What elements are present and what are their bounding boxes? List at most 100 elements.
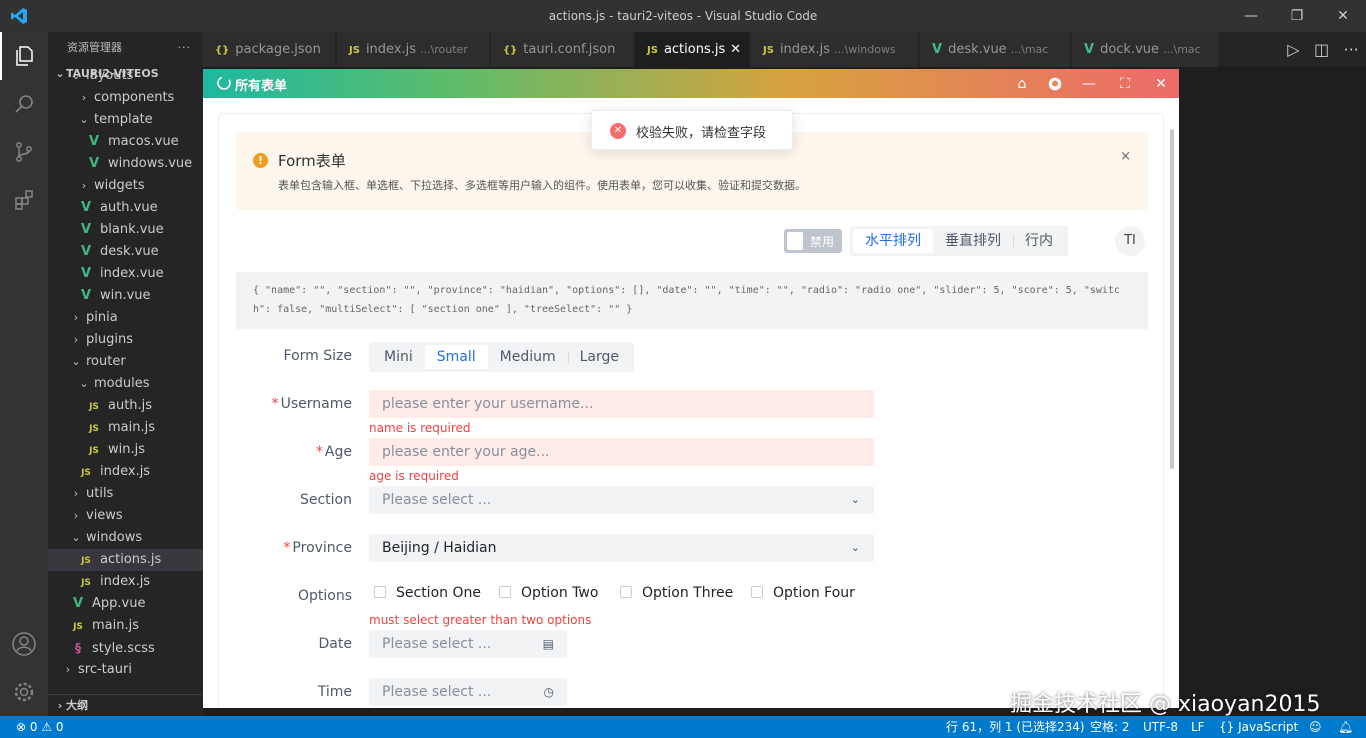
username-input[interactable]: please enter your username... <box>369 390 874 418</box>
tree-item-label: win.js <box>108 442 146 457</box>
js-file-icon: JS <box>349 45 360 56</box>
app-title: 所有表单 <box>235 79 288 94</box>
tree-item[interactable]: › src-tauri <box>48 659 203 681</box>
close-tab-icon[interactable]: ✕ <box>730 32 741 67</box>
source-control-icon[interactable] <box>0 128 48 176</box>
tree-item[interactable]: › components <box>48 87 203 109</box>
explorer-icon[interactable] <box>0 32 48 80</box>
tree-item[interactable]: § style.scss <box>48 637 203 659</box>
notifications-bell-icon[interactable]: 🔔︎ <box>1338 716 1353 738</box>
line-ending[interactable]: LF <box>1191 716 1205 738</box>
tab-index-js[interactable]: JS index.js ...\router <box>337 32 490 67</box>
tree-item[interactable]: ⌄ layouts <box>48 65 203 87</box>
app-scrollbar[interactable] <box>1170 129 1174 469</box>
layout-inline-option[interactable]: 行内 <box>1013 229 1065 253</box>
tree-item[interactable]: Vblank.vue <box>48 219 203 241</box>
alert-close-icon[interactable]: × <box>1120 149 1131 164</box>
tab-actions-js[interactable]: JS actions.js ✕ <box>635 32 750 67</box>
tree-item[interactable]: JS auth.js <box>48 395 203 417</box>
age-input[interactable]: please enter your age... <box>369 438 874 466</box>
tree-item[interactable]: JS actions.js <box>48 549 203 571</box>
size-medium-option[interactable]: Medium <box>488 345 568 369</box>
search-icon[interactable] <box>0 80 48 128</box>
close-window-button[interactable]: ✕ <box>1320 0 1366 32</box>
watermark: 掘金技术社区 @ xiaoyan2015 <box>1010 692 1321 717</box>
tree-item[interactable]: Vindex.vue <box>48 263 203 285</box>
extensions-icon[interactable] <box>0 176 48 224</box>
activity-bar <box>0 32 48 716</box>
tree-item[interactable]: › utils <box>48 483 203 505</box>
tree-item[interactable]: JS win.js <box>48 439 203 461</box>
option-two-checkbox[interactable]: Option Two <box>499 585 598 601</box>
tree-item[interactable]: Vauth.vue <box>48 197 203 219</box>
app-fullscreen-icon[interactable]: ⛶ <box>1108 69 1142 98</box>
outline-section[interactable]: › 大纲 <box>48 694 203 716</box>
tree-item[interactable]: ⌄ template <box>48 109 203 131</box>
language-mode[interactable]: {} JavaScript <box>1219 716 1298 738</box>
tree-item[interactable]: › plugins <box>48 329 203 351</box>
app-minimize-icon[interactable]: — <box>1072 69 1106 98</box>
tree-item[interactable]: ⌄ modules <box>48 373 203 395</box>
problems-indicator[interactable]: ⊗ 0 ⚠ 0 <box>16 716 64 738</box>
font-size-icon[interactable]: TI <box>1115 226 1145 256</box>
home-icon[interactable]: ⌂ <box>1005 69 1039 98</box>
size-large-option[interactable]: Large <box>567 345 631 369</box>
tree-item[interactable]: › widgets <box>48 175 203 197</box>
tab-tauri-conf-json[interactable]: {} tauri.conf.json <box>491 32 634 67</box>
tree-item[interactable]: › views <box>48 505 203 527</box>
tree-item[interactable]: ⌄ windows <box>48 527 203 549</box>
cursor-position[interactable]: 行 61，列 1 (已选择234) <box>946 716 1085 738</box>
tree-item[interactable]: Vdesk.vue <box>48 241 203 263</box>
date-picker[interactable]: Please select ... ▤ <box>369 630 567 658</box>
tab-index-js[interactable]: JS index.js ...\windows <box>751 32 919 67</box>
chevron-down-icon: ⌄ <box>71 531 81 544</box>
tree-item[interactable]: Vwin.vue <box>48 285 203 307</box>
more-icon[interactable]: ··· <box>1343 40 1358 59</box>
option-section-one-checkbox[interactable]: Section One <box>374 585 481 601</box>
indentation[interactable]: 空格: 2 <box>1090 716 1130 738</box>
size-mini-option[interactable]: Mini <box>372 345 425 369</box>
account-icon[interactable] <box>0 620 48 668</box>
size-small-option[interactable]: Small <box>424 345 488 369</box>
tab-label: actions.js <box>663 42 726 57</box>
tree-item[interactable]: V App.vue <box>48 593 203 615</box>
options-error: must select greater than two options <box>369 613 592 627</box>
tree-item[interactable]: JS index.js <box>48 461 203 483</box>
disable-switch[interactable]: 禁用 <box>784 229 842 253</box>
alert-title: Form表单 <box>278 152 346 170</box>
tree-item[interactable]: ⌄ router <box>48 351 203 373</box>
tree-item-label: router <box>86 354 126 369</box>
tab-dock-vue[interactable]: Vdock.vue ...\mac <box>1072 32 1219 67</box>
tab-desk-vue[interactable]: Vdesk.vue ...\mac <box>920 32 1071 67</box>
tree-item-label: blank.vue <box>100 222 164 237</box>
tree-item[interactable]: Vmacos.vue <box>48 131 203 153</box>
vue-file-icon: V <box>80 222 92 237</box>
minimize-button[interactable]: — <box>1228 0 1274 32</box>
app-close-icon[interactable]: ✕ <box>1144 69 1178 98</box>
tab-label: dock.vue <box>1100 42 1160 57</box>
split-editor-icon[interactable]: ◫ <box>1314 40 1329 59</box>
province-select[interactable]: Beijing / Haidian ⌄ <box>369 534 874 562</box>
js-file-icon: JS <box>81 578 91 588</box>
tree-item[interactable]: JS main.js <box>48 417 203 439</box>
github-icon[interactable] <box>1038 69 1072 98</box>
option-three-checkbox[interactable]: Option Three <box>620 585 733 601</box>
feedback-icon[interactable]: ☺ <box>1309 716 1322 738</box>
tab-label: index.js <box>779 42 831 57</box>
tree-item[interactable]: JS index.js <box>48 571 203 593</box>
tree-item[interactable]: › pinia <box>48 307 203 329</box>
layout-vertical-option[interactable]: 垂直排列 <box>933 229 1013 253</box>
settings-gear-icon[interactable] <box>0 668 48 716</box>
encoding[interactable]: UTF-8 <box>1143 716 1178 738</box>
tree-item[interactable]: JS main.js <box>48 615 203 637</box>
tree-item[interactable]: Vwindows.vue <box>48 153 203 175</box>
tree-item-label: plugins <box>86 332 133 347</box>
option-four-checkbox[interactable]: Option Four <box>751 585 855 601</box>
run-icon[interactable]: ▷ <box>1287 40 1299 59</box>
form-card: ! Form表单 表单包含输入框、单选框、下拉选择、多选框等用户输入的组件。使用… <box>218 113 1164 708</box>
section-select[interactable]: Please select ... ⌄ <box>369 486 874 514</box>
time-picker[interactable]: Please select ... ◷ <box>369 678 567 706</box>
layout-horizontal-option[interactable]: 水平排列 <box>853 229 933 253</box>
tab-package-json[interactable]: {} package.json <box>203 32 336 67</box>
restore-button[interactable]: ❐ <box>1274 0 1320 32</box>
